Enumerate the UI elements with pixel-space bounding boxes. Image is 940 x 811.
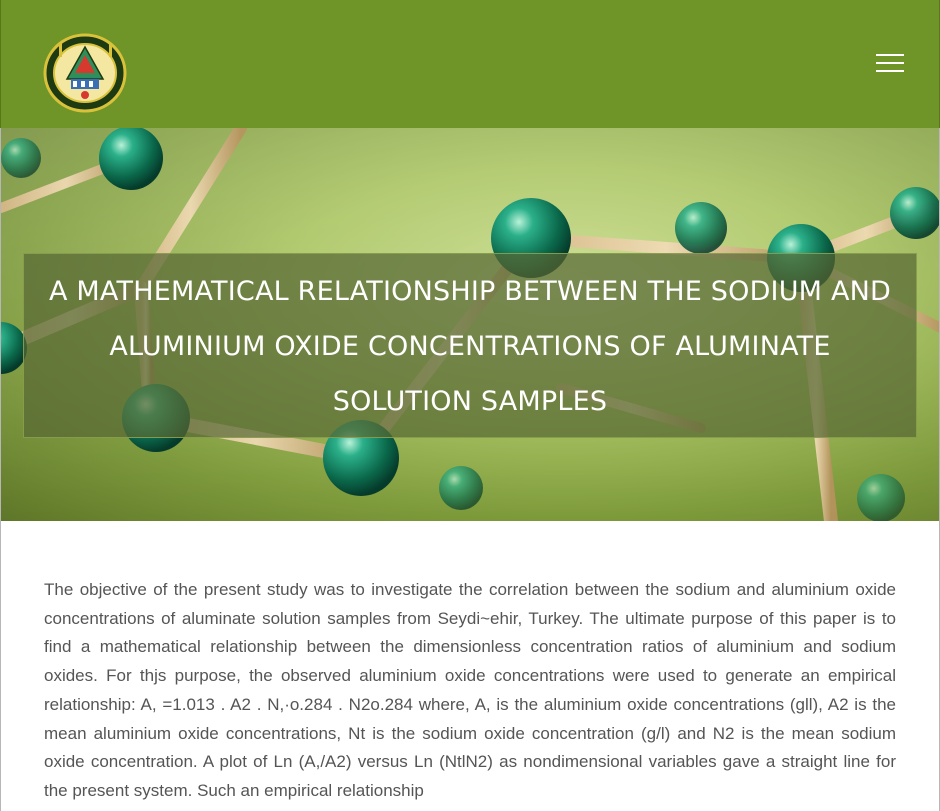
article-abstract: The objective of the present study was t… <box>44 580 896 800</box>
menu-bar-bottom <box>876 70 904 72</box>
menu-bar-middle <box>876 62 904 64</box>
title-overlay: A MATHEMATICAL RELATIONSHIP BETWEEN THE … <box>23 253 917 438</box>
society-logo-icon <box>43 33 127 113</box>
article-content: The objective of the present study was t… <box>0 521 940 811</box>
menu-bar-top <box>876 54 904 56</box>
article-title: A MATHEMATICAL RELATIONSHIP BETWEEN THE … <box>48 276 892 417</box>
society-logo[interactable] <box>43 33 127 113</box>
menu-button[interactable] <box>873 50 907 76</box>
hero-banner: A MATHEMATICAL RELATIONSHIP BETWEEN THE … <box>0 128 940 521</box>
site-header <box>0 0 940 128</box>
